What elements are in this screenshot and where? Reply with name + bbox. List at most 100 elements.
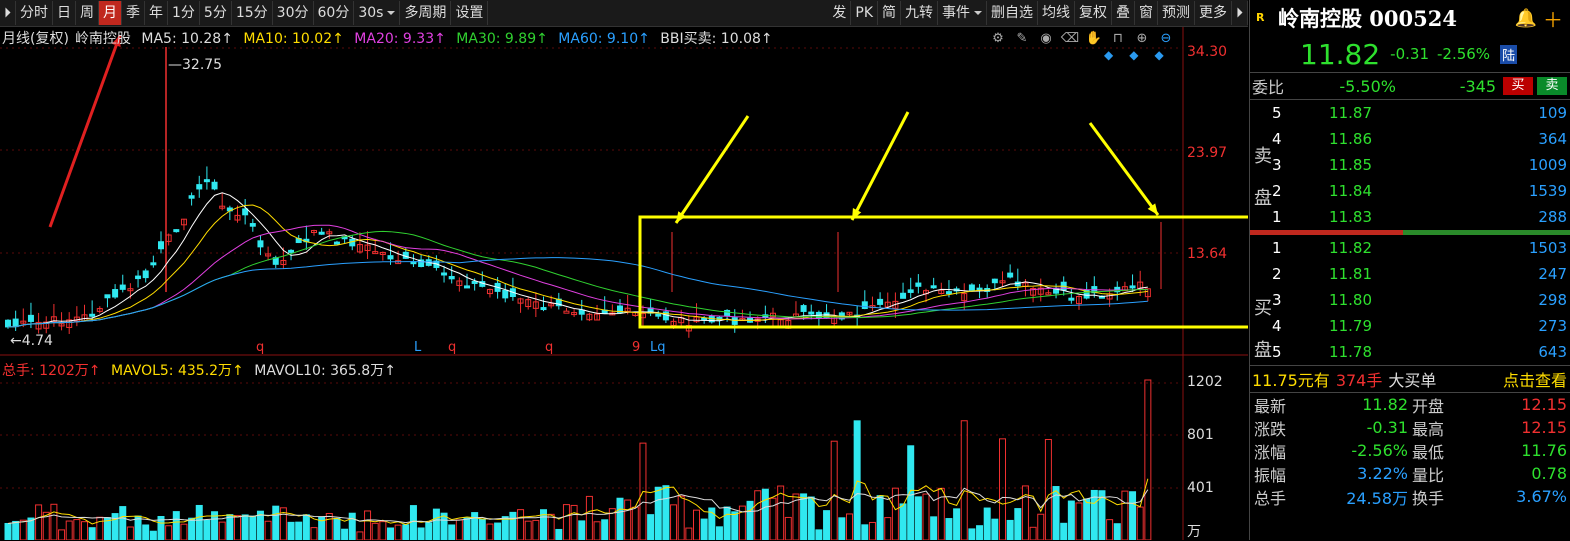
multi-period-button[interactable]: 多周期 [400,1,452,25]
volume-bar [287,521,295,540]
toolbar-right-item-0[interactable]: 发 [828,1,852,25]
candle-body [257,240,264,248]
volume-bar [226,514,234,540]
tab-period-3[interactable]: 月 [99,1,122,25]
ma20-label: MA20: 9.33↑ [354,31,446,47]
vol-axis-unit: 万 [1187,524,1201,540]
annotation-arrow-red [48,34,122,228]
volume-bar [341,528,349,540]
toolbar-right-item-10[interactable]: 预测 [1158,1,1195,25]
interval-select[interactable]: 30s [354,1,401,25]
volume-bar [203,519,211,540]
ask-row-4[interactable]: 4 11.86 364 [1250,126,1570,152]
stat-row: 总手 24.58万 换手 3.67% [1250,485,1570,508]
mavol10-label: MAVOL10: 365.8万↑ [254,363,396,379]
board-badge: 陆 [1500,44,1518,64]
toolbar-right-item-9[interactable]: 窗 [1135,1,1158,25]
candle-body [119,284,126,290]
tab-period-0[interactable]: 分时 [16,1,53,25]
tab-period-6[interactable]: 1分 [168,1,200,25]
volume-bar [310,527,318,540]
tab-period-9[interactable]: 30分 [273,1,314,25]
toolbar-right-item-8[interactable]: 叠 [1112,1,1135,25]
volume-bar [578,520,586,540]
stat-label: 振幅 [1254,465,1287,485]
volume-bar [983,507,991,540]
bid-row-1[interactable]: 1 11.82 1503 [1250,235,1570,261]
collapse-icon[interactable]: ⏵ [1232,1,1248,25]
trash-icon[interactable]: ⌫ [1060,30,1080,48]
bid-row-3[interactable]: 3 11.80 298 [1250,287,1570,313]
bell-icon[interactable]: 🔔 [1515,8,1537,29]
ask-side-label-1: 卖 [1254,146,1272,167]
bbi-label: BBI买卖: 10.08↑ [660,31,773,47]
volume-bar [142,524,150,540]
volume-bar [165,525,173,540]
zoom-out-icon[interactable]: ⊖ [1156,30,1176,48]
candle-body [135,275,142,280]
toolbar-right-item-7[interactable]: 复权 [1075,1,1112,25]
volume-bar [930,516,938,540]
weibi-diff: -345 [1459,76,1496,96]
settings-icon[interactable]: ⚙ [988,30,1008,48]
annotation-arrow-2 [850,111,910,221]
toolbar-right-item-1[interactable]: PK [851,1,878,25]
stat-value: -2.56% [1351,441,1408,460]
volume-bar [800,493,808,540]
eye-icon[interactable]: ◉ [1036,30,1056,48]
volume-bar [830,440,838,540]
zoom-in-icon[interactable]: ⊕ [1132,30,1152,48]
order-price: 11.86 [1329,130,1372,148]
ask-row-5[interactable]: 5 11.87 109 [1250,100,1570,126]
volume-bar [547,513,555,540]
volume-bar [754,490,762,540]
weibi-pct: -5.50% [1339,76,1396,96]
big-order-view-link[interactable]: 点击查看 [1503,367,1567,391]
bid-row-5[interactable]: 5 11.78 643 [1250,339,1570,365]
tab-period-4[interactable]: 季 [122,1,145,25]
bid-row-4[interactable]: 4 11.79 273 [1250,313,1570,339]
volume-bar [861,524,869,540]
price-axis-top: 34.30 [1187,44,1228,60]
ask-row-2[interactable]: 2 11.84 1539 [1250,178,1570,204]
ma-legend: 月线(复权) 岭南控股 MA5: 10.28↑ MA10: 10.02↑ MA20… [2,28,779,48]
tab-period-8[interactable]: 15分 [232,1,273,25]
volume-bar [501,516,509,540]
chart-type-toggle-icon[interactable]: ⏵ [0,1,16,25]
candle-body [945,291,952,295]
tab-period-5[interactable]: 年 [145,1,168,25]
toolbar-right-item-3[interactable]: 九转 [901,1,938,25]
volume-bar [670,504,678,540]
kline-chart[interactable]: —32.75 ←4.74 q Lq q 9 Lq [0,27,1248,540]
sell-button[interactable]: 卖 [1537,77,1567,95]
add-icon[interactable]: ＋ [1543,4,1563,33]
tab-period-10[interactable]: 60分 [314,1,355,25]
toolbar-right-item-11[interactable]: 更多 [1195,1,1232,25]
toolbar-right-item-4[interactable]: 事件 [938,1,987,25]
toolbar-right-item-6[interactable]: 均线 [1038,1,1075,25]
buy-button[interactable]: 买 [1503,77,1533,95]
volume-bar [1144,379,1152,540]
hand-icon[interactable]: ✋ [1084,30,1104,48]
toolbar-right-item-2[interactable]: 简 [878,1,901,25]
volume-bar [999,438,1006,540]
tab-period-1[interactable]: 日 [53,1,76,25]
volume-bar [149,530,157,540]
candle-body [900,292,907,299]
stat-value: 11.82 [1362,395,1408,414]
volume-bar [387,527,394,540]
ask-row-1[interactable]: 1 11.83 288 [1250,204,1570,230]
volume-bar [394,524,402,540]
stat-label: 涨跌 [1254,419,1287,439]
toolbar-right-item-5[interactable]: 删自选 [987,1,1038,25]
chart-canvas[interactable]: —32.75 ←4.74 q Lq q 9 Lq [0,27,1248,540]
pen-icon[interactable]: ✎ [1012,30,1032,48]
lock-icon[interactable]: ⊓ [1108,30,1128,48]
candle-body [448,276,455,280]
tab-period-2[interactable]: 周 [76,1,99,25]
bid-row-2[interactable]: 2 11.81 247 [1250,261,1570,287]
tab-period-7[interactable]: 5分 [200,1,232,25]
stock-name-label: 岭南控股 [74,31,131,47]
ask-row-3[interactable]: 3 11.85 1009 [1250,152,1570,178]
settings-button[interactable]: 设置 [451,1,489,25]
